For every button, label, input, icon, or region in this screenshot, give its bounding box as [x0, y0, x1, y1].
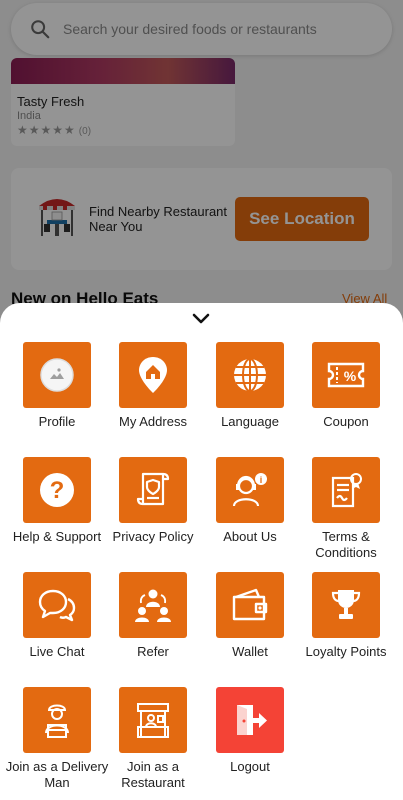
menu-tile-box: %: [312, 342, 380, 408]
menu-tile-box: [312, 457, 380, 523]
menu-item-language[interactable]: Language: [202, 342, 298, 430]
menu-item-about-us[interactable]: i About Us: [202, 457, 298, 545]
menu-item-logout[interactable]: Logout: [202, 687, 298, 775]
menu-item-label: Join as a Delivery Man: [5, 759, 109, 790]
location-home-icon: [139, 357, 167, 393]
menu-tile-box: [119, 572, 187, 638]
chat-bubbles-icon: [38, 589, 76, 622]
menu-item-loyalty-points[interactable]: Loyalty Points: [298, 572, 394, 660]
trophy-icon: [331, 590, 361, 619]
menu-tile-box: [23, 342, 91, 408]
globe-icon: [234, 358, 266, 392]
menu-item-label: Loyalty Points: [305, 644, 387, 659]
menu-item-label: Live Chat: [29, 644, 85, 659]
menu-item-label: About Us: [223, 529, 277, 544]
wallet-icon: [232, 588, 268, 621]
svg-text:i: i: [260, 475, 263, 485]
profile-avatar-icon: [40, 358, 74, 392]
menu-tile-box: [23, 687, 91, 753]
policy-document-icon: [136, 472, 170, 506]
menu-tile-box: i: [216, 457, 284, 523]
refer-people-icon: [135, 589, 171, 622]
menu-item-label: Profile: [38, 414, 76, 429]
svg-text:?: ?: [50, 477, 65, 504]
menu-item-label: Terms & Conditions: [315, 529, 377, 560]
menu-item-join-restaurant[interactable]: Join as a Restaurant: [105, 687, 201, 791]
menu-tile-box: [216, 572, 284, 638]
menu-item-coupon[interactable]: % Coupon: [298, 342, 394, 430]
menu-tile-box: [119, 687, 187, 753]
logout-icon: [237, 705, 267, 735]
terms-document-icon: [331, 473, 362, 508]
menu-item-label: Wallet: [232, 644, 268, 659]
menu-tile-box: [216, 687, 284, 753]
menu-item-wallet[interactable]: Wallet: [202, 572, 298, 660]
menu-item-label: Privacy Policy: [112, 529, 194, 544]
menu-item-label: Join as a Restaurant: [121, 759, 185, 790]
menu-item-join-delivery-man[interactable]: Join as a Delivery Man: [6, 687, 108, 791]
menu-bottom-sheet: Profile My Address Language % Coupon ? H…: [0, 303, 403, 800]
menu-tile-box: ?: [23, 457, 91, 523]
menu-item-label: My Address: [119, 414, 187, 429]
coupon-icon: %: [327, 362, 365, 388]
menu-item-terms-conditions[interactable]: Terms & Conditions: [298, 457, 394, 561]
menu-item-label: Logout: [230, 759, 270, 774]
menu-item-privacy-policy[interactable]: Privacy Policy: [105, 457, 201, 545]
menu-item-label: Coupon: [323, 414, 369, 429]
menu-tile-box: [216, 342, 284, 408]
chevron-down-icon[interactable]: [191, 312, 211, 326]
restaurant-stall-icon: [137, 703, 169, 738]
menu-item-label: Language: [221, 414, 279, 429]
menu-item-profile[interactable]: Profile: [9, 342, 105, 430]
support-agent-icon: i: [232, 473, 267, 507]
question-icon: ?: [40, 473, 74, 507]
menu-tile-box: [312, 572, 380, 638]
menu-item-label: Help & Support: [12, 529, 102, 544]
menu-item-help-support[interactable]: ? Help & Support: [9, 457, 105, 545]
menu-item-refer[interactable]: Refer: [105, 572, 201, 660]
delivery-man-icon: [45, 704, 69, 738]
menu-item-my-address[interactable]: My Address: [105, 342, 201, 430]
menu-item-live-chat[interactable]: Live Chat: [9, 572, 105, 660]
menu-tile-box: [23, 572, 91, 638]
menu-item-label: Refer: [137, 644, 169, 659]
menu-tile-box: [119, 342, 187, 408]
svg-text:%: %: [344, 368, 357, 384]
menu-tile-box: [119, 457, 187, 523]
